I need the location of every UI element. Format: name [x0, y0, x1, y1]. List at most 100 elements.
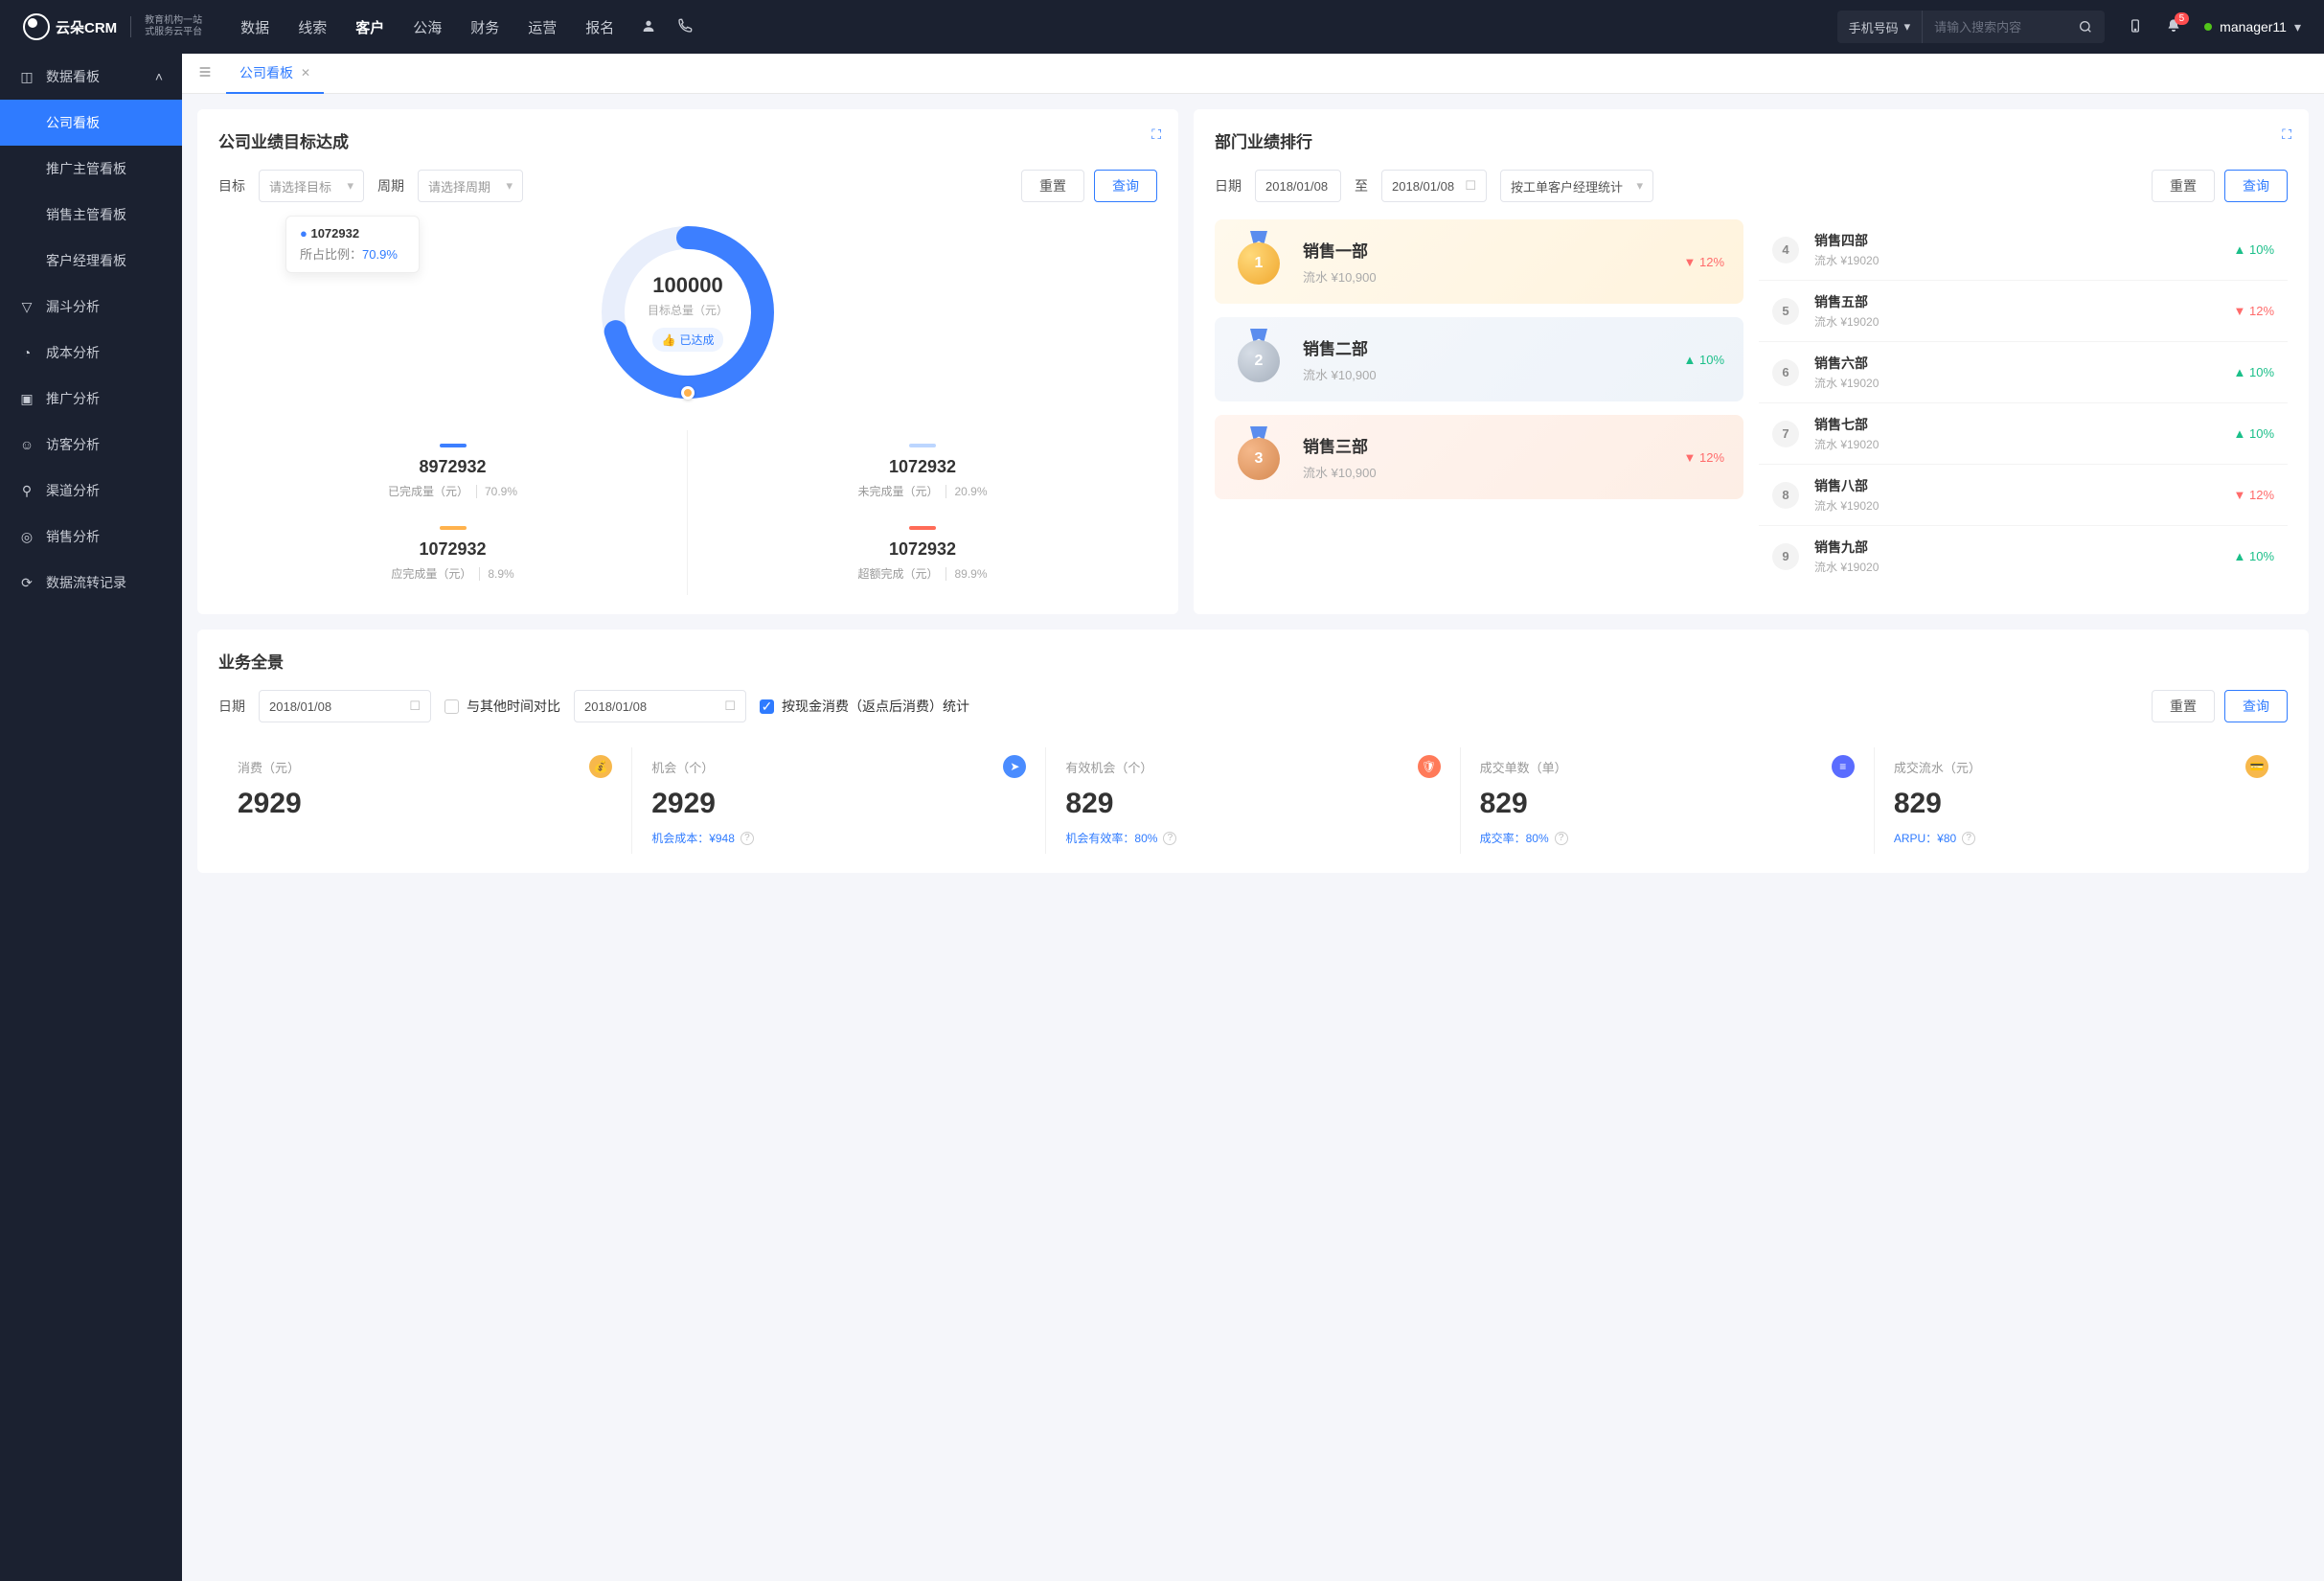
card-target-title: 公司业绩目标达成 [218, 128, 1157, 152]
date1-input[interactable]: 2018/01/08☐ [259, 690, 431, 722]
sidebar-item[interactable]: ▣推广分析 [0, 376, 182, 422]
metric-card: 有效机会（个）🛡 829 机会有效率：80%? [1045, 747, 1459, 854]
sidebar: ◫数据看板˄公司看板推广主管看板销售主管看板客户经理看板▽漏斗分析◔成本分析▣推… [0, 54, 182, 1581]
metric-icon: 💳 [2245, 755, 2268, 778]
card-ranking: ⛶ 部门业绩排行 日期 2018/01/08 至 2018/01/08☐ 按工单… [1194, 109, 2309, 614]
rank-row[interactable]: 7销售七部流水 ¥19020▲ 10% [1759, 403, 2288, 465]
expand-icon[interactable]: ⛶ [1151, 126, 1161, 143]
nav-item[interactable]: 客户 [355, 17, 384, 37]
sidebar-icon: ⟳ [19, 575, 34, 590]
query-button[interactable]: 查询 [1094, 170, 1157, 202]
cash-stat-checkbox[interactable]: ✓ 按现金消费（返点后消费）统计 [760, 697, 969, 716]
sidebar-item[interactable]: ◫数据看板˄ [0, 54, 182, 100]
sidebar-item[interactable]: 推广主管看板 [0, 146, 182, 192]
rank-row[interactable]: 6销售六部流水 ¥19020▲ 10% [1759, 342, 2288, 403]
mobile-icon[interactable] [2128, 18, 2143, 36]
rank-change: ▼ 12% [1684, 255, 1725, 269]
sidebar-item[interactable]: 客户经理看板 [0, 238, 182, 284]
logo[interactable]: 云朵CRM 教育机构一站式服务云平台 [23, 13, 202, 40]
donut-stat: 1072932未完成量（元）20.9% [688, 430, 1157, 513]
date2-input[interactable]: 2018/01/08☐ [574, 690, 746, 722]
sidebar-icon: ◎ [19, 529, 34, 544]
date-label: 日期 [1215, 176, 1242, 195]
top-nav: 云朵CRM 教育机构一站式服务云平台 数据 线索 客户 公海 财务 运营 报名 手机号码 ▾… [0, 0, 2324, 54]
help-icon[interactable]: ? [740, 832, 754, 845]
rank-row[interactable]: 9销售九部流水 ¥19020▲ 10% [1759, 526, 2288, 586]
rank-top-card[interactable]: 2 销售二部流水 ¥10,900 ▲ 10% [1215, 317, 1743, 401]
card-ranking-title: 部门业绩排行 [1215, 128, 2288, 152]
metric-card: 消费（元）💰 2929 [218, 747, 631, 854]
donut-stat: 1072932超额完成（元）89.9% [688, 513, 1157, 595]
sidebar-item[interactable]: ⟳数据流转记录 [0, 560, 182, 606]
chevron-up-icon: ˄ [155, 69, 163, 84]
rank-row[interactable]: 5销售五部流水 ¥19020▼ 12% [1759, 281, 2288, 342]
logo-text: 云朵CRM [56, 17, 117, 37]
sidebar-item[interactable]: 公司看板 [0, 100, 182, 146]
donut-stat: 8972932已完成量（元）70.9% [218, 430, 688, 513]
sidebar-icon: ▣ [19, 391, 34, 406]
donut-total-label: 目标总量（元） [648, 302, 728, 318]
collapse-sidebar-button[interactable] [197, 64, 213, 82]
card-overview: 业务全景 日期 2018/01/08☐ 与其他时间对比 2018/01/08☐ … [197, 630, 2309, 873]
medal-icon: 2 [1234, 334, 1284, 384]
reset-button[interactable]: 重置 [2152, 690, 2215, 722]
sidebar-item[interactable]: ⚲渠道分析 [0, 468, 182, 514]
sidebar-icon: ☺ [19, 437, 34, 452]
sidebar-item[interactable]: ◎销售分析 [0, 514, 182, 560]
rank-change: ▼ 12% [1684, 450, 1725, 465]
period-select[interactable]: 请选择周期▾ [418, 170, 523, 202]
tab-company-board[interactable]: 公司看板 ✕ [226, 54, 324, 94]
groupby-select[interactable]: 按工单客户经理统计▾ [1500, 170, 1653, 202]
help-icon[interactable]: ? [1962, 832, 1975, 845]
calendar-icon: ☐ [724, 699, 736, 714]
query-button[interactable]: 查询 [2224, 170, 2288, 202]
close-icon[interactable]: ✕ [301, 66, 310, 80]
logo-subtitle: 教育机构一站式服务云平台 [145, 15, 202, 38]
search-input[interactable] [1923, 20, 2066, 34]
nav-item[interactable]: 数据 [240, 17, 269, 37]
phone-icon[interactable] [677, 18, 693, 36]
notification-count: 5 [2175, 12, 2190, 25]
sidebar-item[interactable]: ◔成本分析 [0, 330, 182, 376]
metric-icon: 💰 [589, 755, 612, 778]
card-target: ⛶ 公司业绩目标达成 目标 请选择目标▾ 周期 请选择周期▾ 重置 查询 [197, 109, 1178, 614]
chevron-down-icon: ▾ [2294, 19, 2301, 35]
status-dot [2204, 23, 2212, 31]
date-to-input[interactable]: 2018/01/08☐ [1381, 170, 1487, 202]
search-type-select[interactable]: 手机号码 ▾ [1837, 11, 1924, 43]
sidebar-item[interactable]: ▽漏斗分析 [0, 284, 182, 330]
rank-row[interactable]: 8销售八部流水 ¥19020▼ 12% [1759, 465, 2288, 526]
notification-button[interactable]: 5 [2166, 18, 2181, 36]
nav-item[interactable]: 财务 [470, 17, 499, 37]
nav-item[interactable]: 线索 [298, 17, 327, 37]
nav-item[interactable]: 公海 [413, 17, 442, 37]
user-menu[interactable]: manager11 ▾ [2204, 19, 2301, 35]
metric-icon: ≡ [1832, 755, 1855, 778]
thumb-up-icon: 👍 [662, 333, 676, 347]
tab-bar: 公司看板 ✕ [182, 54, 2324, 94]
query-button[interactable]: 查询 [2224, 690, 2288, 722]
donut-stat: 1072932应完成量（元）8.9% [218, 513, 688, 595]
nav-item[interactable]: 报名 [585, 17, 614, 37]
rank-top-card[interactable]: 1 销售一部流水 ¥10,900 ▼ 12% [1215, 219, 1743, 304]
metric-card: 成交单数（单）≡ 829 成交率：80%? [1460, 747, 1874, 854]
help-icon[interactable]: ? [1163, 832, 1176, 845]
target-select[interactable]: 请选择目标▾ [259, 170, 364, 202]
date-from-input[interactable]: 2018/01/08 [1255, 170, 1341, 202]
sidebar-item[interactable]: ☺访客分析 [0, 422, 182, 468]
search-button[interactable] [2066, 11, 2105, 43]
user-icon[interactable] [641, 18, 656, 36]
reset-button[interactable]: 重置 [2152, 170, 2215, 202]
nav-item[interactable]: 运营 [528, 17, 557, 37]
rank-top-card[interactable]: 3 销售三部流水 ¥10,900 ▼ 12% [1215, 415, 1743, 499]
sidebar-item[interactable]: 销售主管看板 [0, 192, 182, 238]
donut-tooltip: ● 1072932 所占比例：70.9% [285, 216, 420, 273]
help-icon[interactable]: ? [1555, 832, 1568, 845]
reset-button[interactable]: 重置 [1021, 170, 1084, 202]
donut-chart: 100000 目标总量（元） 👍 已达成 [597, 221, 779, 403]
compare-checkbox[interactable]: 与其他时间对比 [444, 697, 560, 716]
expand-icon[interactable]: ⛶ [2282, 126, 2291, 143]
sidebar-icon: ⚲ [19, 483, 34, 498]
rank-row[interactable]: 4销售四部流水 ¥19020▲ 10% [1759, 219, 2288, 281]
metric-icon: 🛡 [1418, 755, 1441, 778]
